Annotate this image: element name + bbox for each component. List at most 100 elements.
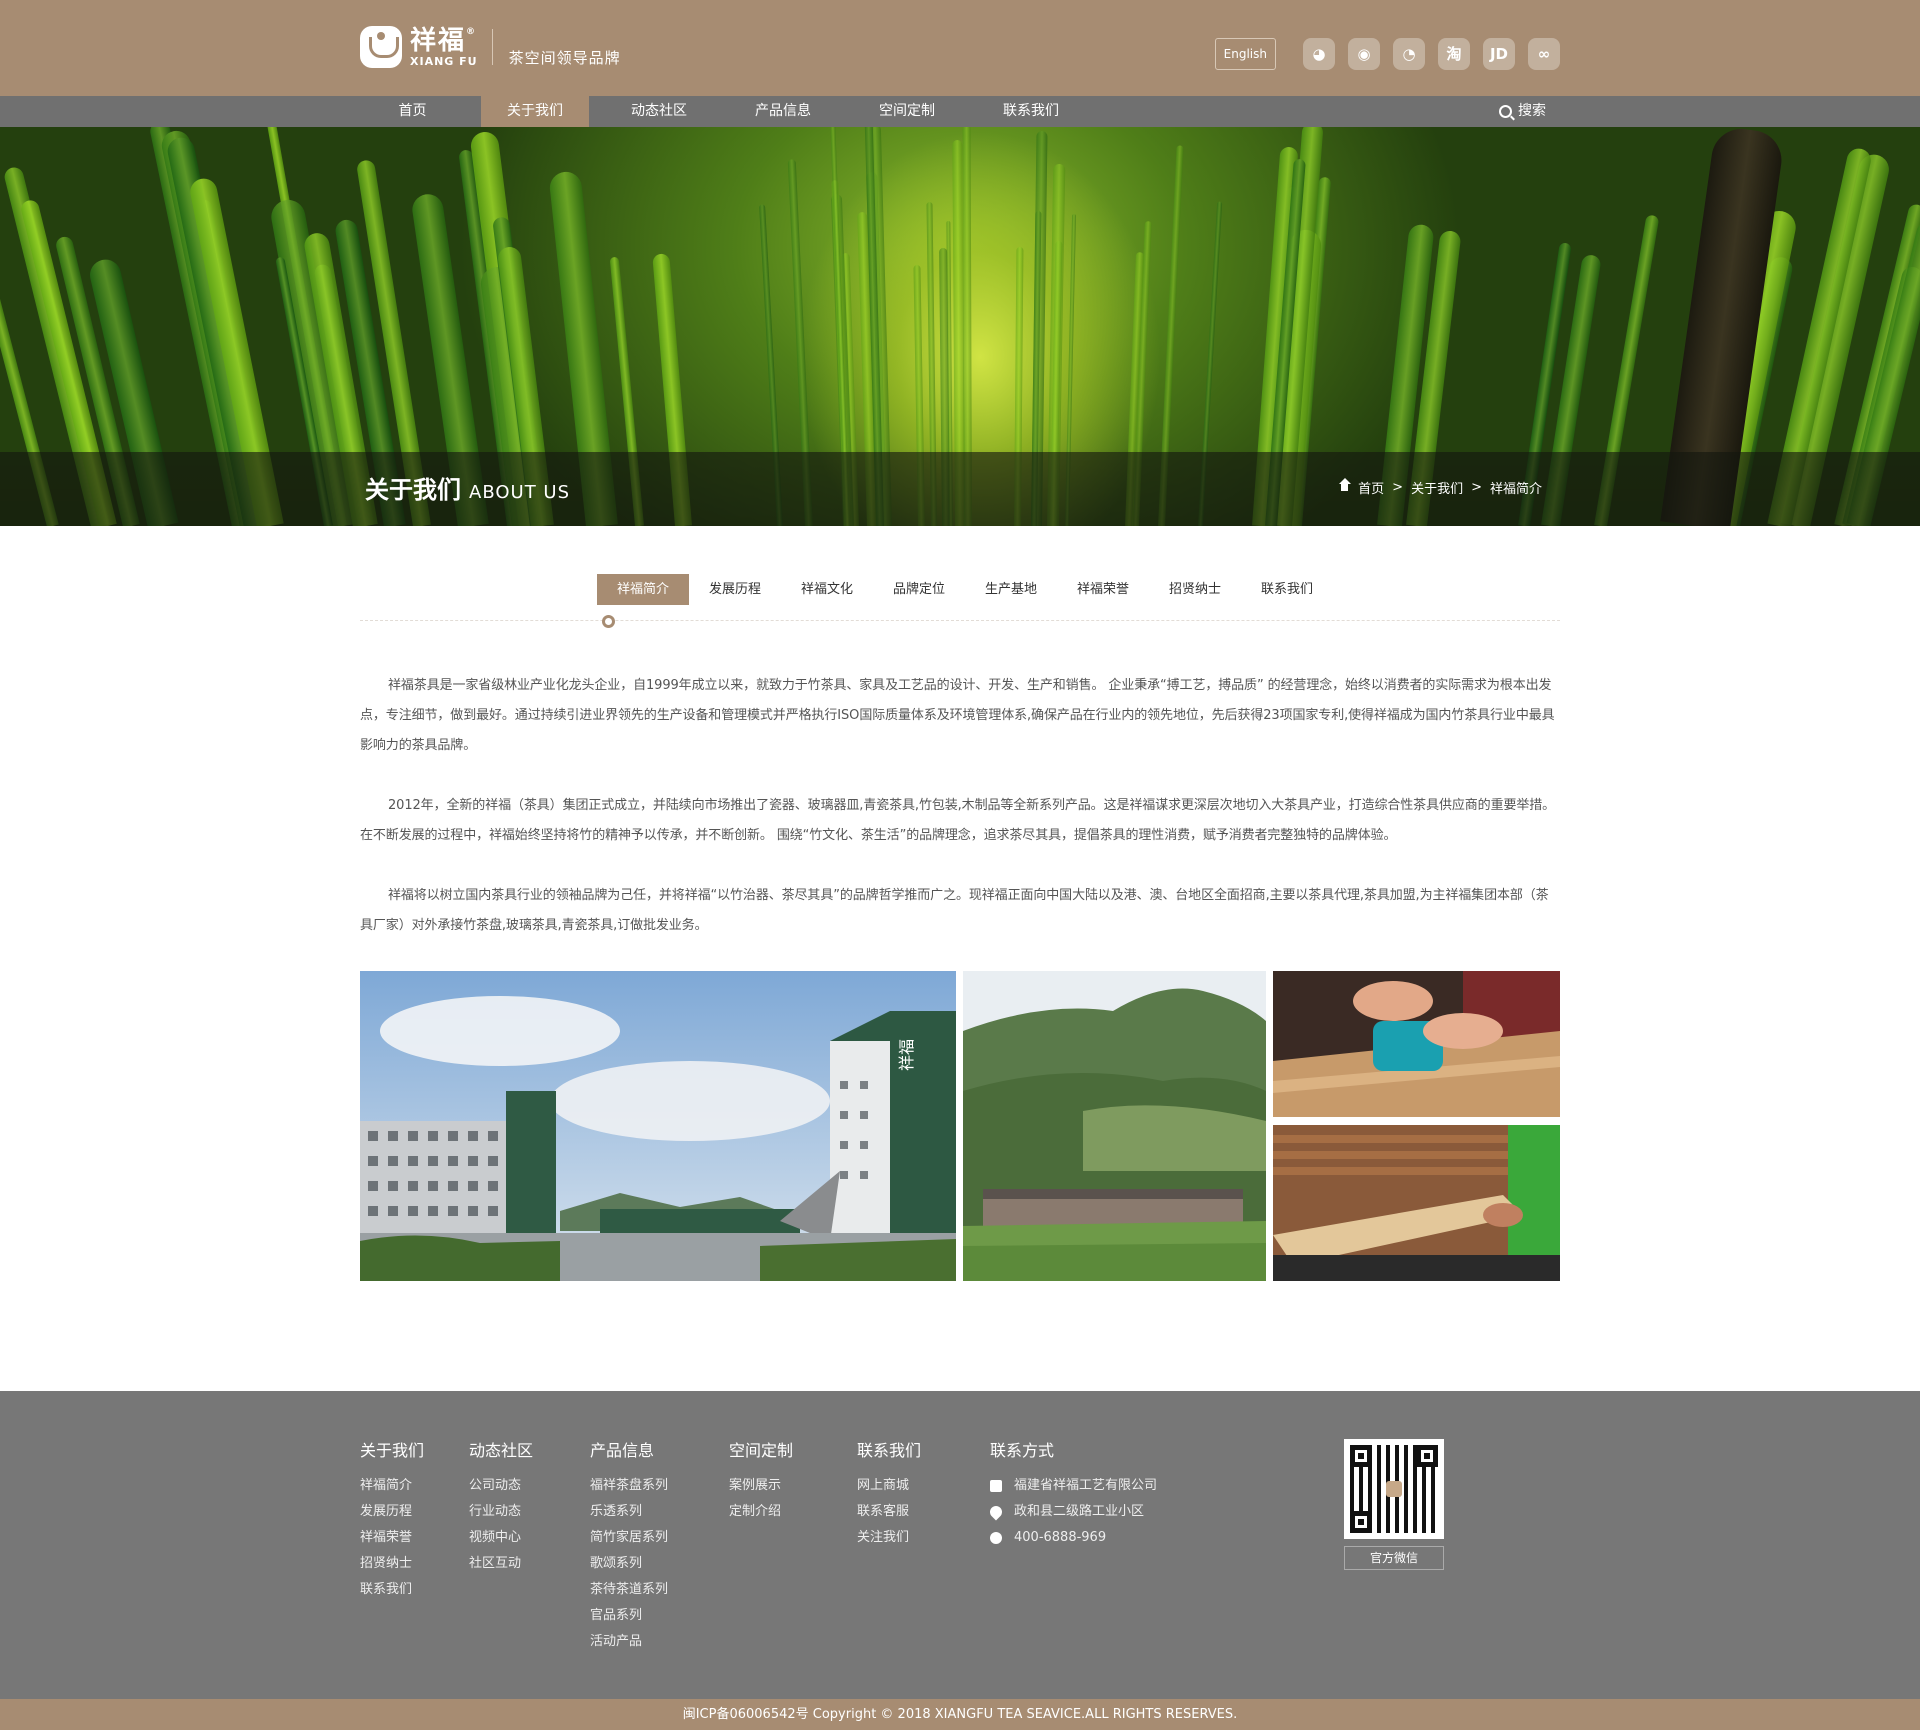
contact-phone: 400-6888-969 [990,1525,1157,1551]
tab-positioning[interactable]: 品牌定位 [873,574,965,605]
footer-link[interactable]: 行业动态 [469,1499,533,1525]
intro-content: 祥福茶具是一家省级林业产业化龙头企业，自1999年成立以来，就致力于竹茶具、家具… [360,671,1560,941]
tab-production[interactable]: 生产基地 [965,574,1057,605]
mountain-base-photo [963,971,1266,1281]
slogan: 茶空间领导品牌 [508,48,621,67]
photo-gallery: 祥福 [360,971,1560,1281]
breadcrumb-about[interactable]: 关于我们 [1411,478,1463,497]
search-icon [1499,105,1512,118]
logo-divider [491,29,493,65]
nav-item-home[interactable]: 首页 [360,96,465,127]
tab-intro[interactable]: 祥福简介 [596,574,689,605]
woodworking-photo [1273,1125,1560,1281]
factory-building-photo: 祥福 [360,971,956,1281]
footer-link[interactable]: 网上商城 [857,1473,921,1499]
sanding-work-image [1273,971,1560,1117]
qr-finder [1350,1445,1372,1467]
intro-paragraph: 2012年，全新的祥福（茶具）集团正式成立，并陆续向市场推出了瓷器、玻璃器皿,青… [360,798,1556,843]
footer-link[interactable]: 活动产品 [590,1629,668,1655]
breadcrumb-separator: > [1471,480,1482,495]
nav-item-products[interactable]: 产品信息 [729,96,837,127]
footer-link[interactable]: 招贤纳士 [360,1551,424,1577]
official-wechat-button[interactable]: 官方微信 [1344,1546,1444,1570]
logo-en-text: XIANG FU [410,54,478,68]
tab-divider [360,615,1560,628]
footer-link[interactable]: 官品系列 [590,1603,668,1629]
breadcrumb: 首页 > 关于我们 > 祥福简介 [1334,477,1546,497]
tab-jobs[interactable]: 招贤纳士 [1149,574,1241,605]
footer-column-title: 关于我们 [360,1441,425,1460]
footer-link[interactable]: 祥福简介 [360,1473,424,1499]
footer-column-title: 动态社区 [469,1441,534,1460]
nav-item-contact[interactable]: 联系我们 [977,96,1085,127]
nav-item-custom[interactable]: 空间定制 [853,96,961,127]
footer-column-about: 关于我们 祥福简介 发展历程 祥福荣誉 招贤纳士 联系我们 [360,1437,424,1603]
tab-honors[interactable]: 祥福荣誉 [1057,574,1149,605]
wechat-qr-code [1344,1439,1444,1539]
footer-link[interactable]: 联系我们 [360,1577,424,1603]
logo[interactable]: 祥福® XIANG FU 茶空间领导品牌 [360,26,621,68]
taobao-icon[interactable]: 淘 [1438,38,1470,70]
weibo-icon[interactable]: ◔ [1393,38,1425,70]
tmall-icon[interactable]: ∞ [1528,38,1560,70]
footer-link[interactable]: 歌颂系列 [590,1551,668,1577]
registered-mark: ® [466,26,478,37]
contact-text: 福建省祥福工艺有限公司 [1014,1478,1158,1493]
nav-item-community[interactable]: 动态社区 [605,96,713,127]
nav-item-about[interactable]: 关于我们 [481,96,589,127]
tab-contact[interactable]: 联系我们 [1241,574,1333,605]
footer-link[interactable]: 乐透系列 [590,1499,668,1525]
header-actions: English ◕ ◉ ◔ 淘 JD ∞ [1214,38,1560,70]
factory-building-image: 祥福 [360,971,956,1281]
footer-link[interactable]: 视频中心 [469,1525,533,1551]
contact-text: 政和县二级路工业小区 [1014,1504,1145,1519]
breadcrumb-current: 祥福简介 [1489,482,1542,497]
footer-column-products: 产品信息 福祥茶盘系列 乐透系列 简竹家居系列 歌颂系列 茶待茶道系列 官品系列… [590,1437,668,1655]
building-sign: 祥福 [897,1039,916,1071]
site-footer: 关于我们 祥福简介 发展历程 祥福荣誉 招贤纳士 联系我们 动态社区 公司动态 … [0,1391,1920,1699]
qr-finder [1350,1511,1372,1533]
footer-link[interactable]: 社区互动 [469,1551,533,1577]
location-pin-icon [987,1503,1005,1521]
contact-text: 400-6888-969 [1014,1530,1107,1545]
building-icon [990,1480,1002,1492]
footer-link[interactable]: 案例展示 [729,1473,793,1499]
footer-link[interactable]: 关注我们 [857,1525,921,1551]
qq-icon[interactable]: ◕ [1303,38,1335,70]
footer-link[interactable]: 茶待茶道系列 [590,1577,668,1603]
footer-column-custom: 空间定制 案例展示 定制介绍 [729,1437,793,1525]
tab-culture[interactable]: 祥福文化 [781,574,873,605]
sanding-work-photo [1273,971,1560,1117]
page-title-en: ABOUT US [469,482,571,503]
contact-address: 政和县二级路工业小区 [987,1499,1157,1525]
main-nav: 首页 关于我们 动态社区 产品信息 空间定制 联系我们 搜索 [0,96,1920,127]
footer-link[interactable]: 公司动态 [469,1473,533,1499]
breadcrumb-home[interactable]: 首页 [1358,478,1384,497]
footer-link[interactable]: 福祥茶盘系列 [590,1473,668,1499]
tab-history[interactable]: 发展历程 [689,574,781,605]
footer-link[interactable]: 祥福荣誉 [360,1525,424,1551]
footer-column-title: 联系方式 [990,1441,1055,1460]
footer-column-contact: 联系我们 网上商城 联系客服 关注我们 [857,1437,921,1551]
mountain-base-image [963,971,1266,1281]
home-icon [1338,477,1352,493]
search-button[interactable]: 搜索 [1499,96,1546,127]
site-header: 祥福® XIANG FU 茶空间领导品牌 English ◕ ◉ ◔ 淘 JD … [0,0,1920,96]
wechat-icon[interactable]: ◉ [1348,38,1380,70]
logo-mark-icon [360,26,402,68]
logo-cn-text: 祥福 [410,25,467,56]
breadcrumb-separator: > [1392,480,1404,495]
intro-paragraph: 祥福将以树立国内茶具行业的领袖品牌为己任，并将祥福“以竹治器、茶尽其具”的品牌哲… [360,888,1549,933]
banner-title-bar: 关于我们 ABOUT US 首页 > 关于我们 > 祥福简介 [0,452,1920,526]
page-title: 关于我们 ABOUT US [365,470,570,505]
footer-link[interactable]: 定制介绍 [729,1499,793,1525]
footer-column-title: 联系我们 [857,1441,922,1460]
footer-link[interactable]: 发展历程 [360,1499,424,1525]
page-title-cn: 关于我们 [365,476,461,504]
jd-icon[interactable]: JD [1483,38,1515,70]
footer-link[interactable]: 简竹家居系列 [590,1525,668,1551]
footer-link[interactable]: 联系客服 [857,1499,921,1525]
english-button[interactable]: English [1214,38,1276,70]
qr-logo-icon [1386,1481,1402,1497]
woodworking-image [1273,1125,1560,1281]
